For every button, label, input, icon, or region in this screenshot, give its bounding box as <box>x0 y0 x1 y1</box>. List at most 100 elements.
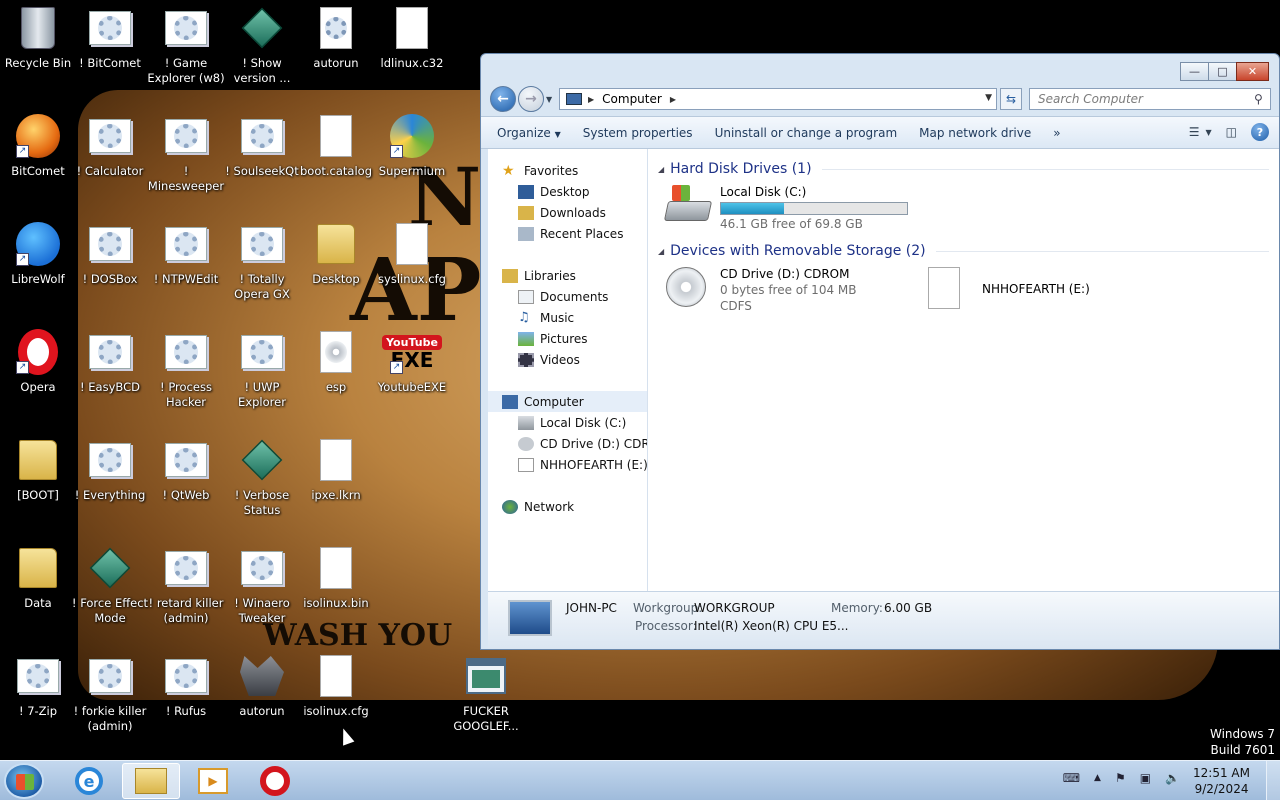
navigation-pane[interactable]: ★ Favorites Desktop Downloads Recent Plac… <box>488 149 648 591</box>
taskbar-opera[interactable] <box>246 763 304 799</box>
taskbar-internet-explorer[interactable]: e <box>60 763 118 799</box>
desktop-icon[interactable]: YouTube EXE ↗ YoutubeEXE <box>374 328 450 430</box>
network-status-icon[interactable]: ▣ <box>1140 771 1151 785</box>
explorer-window[interactable]: — □ ✕ ← → ▼ ▶ Computer ▶ ▼ ⇆ ⚲ Organize … <box>480 53 1280 650</box>
taskbar-media-player[interactable]: ▶ <box>184 763 242 799</box>
taskbar-clock[interactable]: 12:51 AM 9/2/2024 <box>1193 765 1250 797</box>
start-button[interactable] <box>4 763 44 799</box>
address-bar[interactable]: ▶ Computer ▶ ▼ <box>559 88 997 110</box>
nav-cd-drive-d[interactable]: CD Drive (D:) CDROM <box>488 433 647 454</box>
nav-videos[interactable]: Videos <box>488 349 647 370</box>
desktop-icon[interactable]: esp <box>298 328 374 430</box>
desktop-icon[interactable]: autorun <box>298 4 374 106</box>
desktop-icon[interactable]: ! BitComet <box>72 4 148 106</box>
nav-documents[interactable]: Documents <box>488 286 647 307</box>
more-commands-button[interactable]: » <box>1045 122 1068 144</box>
desktop-icon[interactable]: ! Show version ... <box>224 4 300 106</box>
drive-cd-d[interactable]: CD Drive (D:) CDROM 0 bytes free of 104 … <box>658 261 920 317</box>
desktop-icon[interactable]: ! Game Explorer (w8) <box>147 4 225 106</box>
nav-pictures[interactable]: Pictures <box>488 328 647 349</box>
desktop-icon[interactable]: FUCKER GOOGLEF... <box>448 652 524 754</box>
address-dropdown-icon[interactable]: ▼ <box>985 93 992 103</box>
group-header-hard-disk[interactable]: ◢ Hard Disk Drives (1) <box>658 159 1279 179</box>
desktop-icon[interactable]: syslinux.cfg <box>374 220 450 322</box>
desktop-icon[interactable]: ! forkie killer (admin) <box>72 652 148 754</box>
search-input[interactable] <box>1029 88 1271 110</box>
desktop-icon[interactable]: Data <box>0 544 76 646</box>
nav-computer[interactable]: Computer <box>488 391 647 412</box>
desktop-icon[interactable]: ! Force Effect Mode <box>72 544 148 646</box>
desktop-icon[interactable]: ↗ Supermium <box>374 112 450 214</box>
collapse-triangle-icon[interactable]: ◢ <box>658 165 664 174</box>
desktop-icon[interactable]: ! Calculator <box>72 112 148 214</box>
nav-local-disk-c[interactable]: Local Disk (C:) <box>488 412 647 433</box>
desktop-icon[interactable]: ! EasyBCD <box>72 328 148 430</box>
desktop-icon[interactable]: ↗ LibreWolf <box>0 220 76 322</box>
drive-nhhofearth-e[interactable]: NHHOFEARTH (E:) <box>920 261 1090 317</box>
collapse-triangle-icon[interactable]: ◢ <box>658 247 664 256</box>
nav-recent-places[interactable]: Recent Places <box>488 223 647 244</box>
keyboard-icon[interactable]: ⌨ <box>1063 771 1080 785</box>
desktop-icon[interactable]: ! Everything <box>72 436 148 538</box>
nav-favorites[interactable]: ★ Favorites <box>488 160 647 181</box>
volume-muted-icon[interactable]: 🔈 <box>1165 771 1180 785</box>
desktop-icon[interactable]: ! Verbose Status <box>224 436 300 538</box>
desktop-icon[interactable]: autorun <box>224 652 300 754</box>
desktop-icon[interactable]: boot.catalog <box>298 112 374 214</box>
desktop-icon[interactable]: ! SoulseekQt <box>224 112 300 214</box>
desktop-icon[interactable]: ! Minesweeper <box>148 112 224 214</box>
desktop-icon[interactable]: ↗ BitComet <box>0 112 76 214</box>
desktop-icon[interactable]: Recycle Bin <box>0 4 76 106</box>
maximize-button[interactable]: □ <box>1208 62 1237 81</box>
minimize-button[interactable]: — <box>1180 62 1209 81</box>
nav-network[interactable]: Network <box>488 496 647 517</box>
recent-pages-dropdown[interactable]: ▼ <box>546 95 558 104</box>
nav-music[interactable]: ♫ Music <box>488 307 647 328</box>
desktop-icon[interactable]: ! DOSBox <box>72 220 148 322</box>
desktop-icon[interactable]: ! 7-Zip <box>0 652 76 754</box>
desktop-icon[interactable]: ! NTPWEdit <box>148 220 224 322</box>
desktop-icon[interactable]: ↗ Opera <box>0 328 76 430</box>
nav-libraries[interactable]: Libraries <box>488 265 647 286</box>
desktop-icon[interactable]: ipxe.lkrn <box>298 436 374 538</box>
desktop-icon[interactable]: ldlinux.c32 <box>374 4 450 106</box>
desktop-icon[interactable]: isolinux.bin <box>298 544 374 646</box>
view-options-dropdown-icon[interactable]: ▼ <box>1206 128 1212 137</box>
help-icon[interactable]: ? <box>1251 123 1269 141</box>
refresh-button[interactable]: ⇆ <box>1000 88 1022 110</box>
desktop-icon[interactable]: ! QtWeb <box>148 436 224 538</box>
desktop-icon[interactable]: ! Process Hacker <box>148 328 224 430</box>
desktop-icon[interactable]: ! UWP Explorer <box>224 328 300 430</box>
desktop-icon[interactable]: ! Totally Opera GX <box>224 220 300 322</box>
desktop-icon[interactable]: ! Rufus <box>148 652 224 754</box>
forward-button[interactable]: → <box>518 86 544 112</box>
show-desktop-button[interactable] <box>1266 761 1280 800</box>
taskbar-windows-explorer[interactable] <box>122 763 180 799</box>
desktop-icon[interactable]: [BOOT] <box>0 436 76 538</box>
desktop-icon[interactable]: ! retard killer (admin) <box>148 544 224 646</box>
preview-pane-icon[interactable]: ◫ <box>1226 125 1237 139</box>
desktop-icon[interactable]: ! Winaero Tweaker <box>224 544 300 646</box>
change-view-icon[interactable]: ☰ <box>1189 125 1200 139</box>
nav-downloads[interactable]: Downloads <box>488 202 647 223</box>
back-button[interactable]: ← <box>490 86 516 112</box>
file-list-area[interactable]: ◢ Hard Disk Drives (1) Local Disk (C:) 4… <box>648 149 1279 591</box>
breadcrumb-computer[interactable]: Computer <box>602 92 662 106</box>
group-header-removable[interactable]: ◢ Devices with Removable Storage (2) <box>658 241 1279 261</box>
show-hidden-icons-icon[interactable]: ▲ <box>1094 773 1101 783</box>
nav-desktop[interactable]: Desktop <box>488 181 647 202</box>
desktop-icon[interactable]: isolinux.cfg <box>298 652 374 754</box>
system-properties-button[interactable]: System properties <box>575 122 701 144</box>
drive-local-disk-c[interactable]: Local Disk (C:) 46.1 GB free of 69.8 GB <box>658 179 1279 235</box>
search-icon[interactable]: ⚲ <box>1254 92 1263 106</box>
organize-button[interactable]: Organize ▼ <box>489 122 569 144</box>
breadcrumb-chevron-icon[interactable]: ▶ <box>670 95 676 104</box>
map-network-drive-button[interactable]: Map network drive <box>911 122 1039 144</box>
close-button[interactable]: ✕ <box>1236 62 1269 81</box>
window-titlebar[interactable]: — □ ✕ <box>481 54 1279 82</box>
uninstall-program-button[interactable]: Uninstall or change a program <box>707 122 906 144</box>
desktop-icon[interactable]: Desktop <box>298 220 374 322</box>
nav-nhhofearth-e[interactable]: NHHOFEARTH (E:) <box>488 454 647 475</box>
action-center-flag-icon[interactable]: ⚑ <box>1115 771 1126 785</box>
breadcrumb-chevron-icon[interactable]: ▶ <box>588 95 594 104</box>
